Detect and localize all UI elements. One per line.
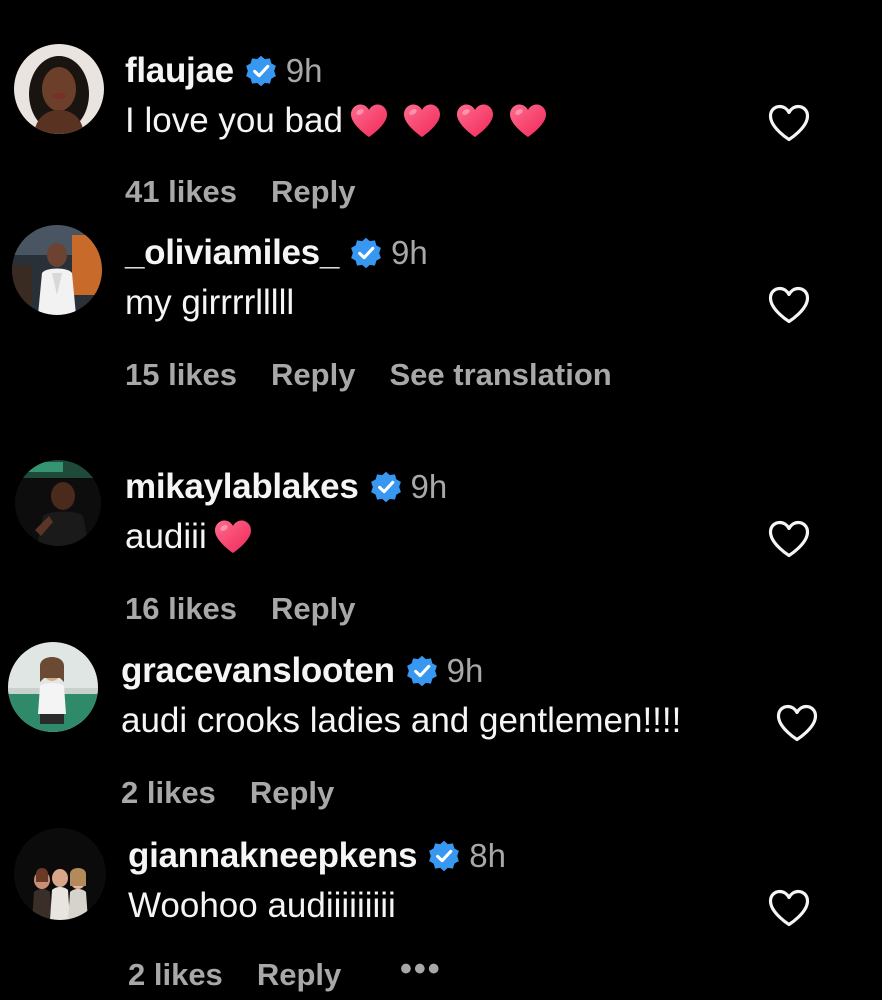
- avatar[interactable]: [14, 828, 106, 920]
- username[interactable]: giannakneepkens: [128, 836, 418, 876]
- like-heart-icon[interactable]: [767, 888, 811, 928]
- heart-emoji-icon: [349, 103, 389, 139]
- username[interactable]: flaujae: [125, 51, 234, 91]
- heart-emoji-icon: [508, 103, 548, 139]
- username[interactable]: _oliviamiles_: [125, 233, 339, 273]
- comment-text: Woohoo audiiiiiiiii: [128, 886, 396, 925]
- heart-emoji-icon: [213, 519, 253, 555]
- verified-badge-icon: [427, 839, 461, 873]
- likes-count[interactable]: 41 likes: [125, 174, 237, 210]
- verified-badge-icon: [405, 654, 439, 688]
- verified-badge-icon: [369, 470, 403, 504]
- reply-button[interactable]: Reply: [257, 957, 341, 993]
- like-heart-icon[interactable]: [775, 703, 819, 743]
- username[interactable]: mikaylablakes: [125, 467, 359, 507]
- comment-text: audi crooks ladies and gentlemen!!!!: [121, 701, 682, 740]
- see-translation-button[interactable]: See translation: [389, 357, 611, 393]
- avatar[interactable]: [14, 44, 104, 134]
- avatar[interactable]: [8, 642, 98, 732]
- comment-text: I love you bad: [125, 101, 343, 140]
- heart-emoji-icon: [402, 103, 442, 139]
- username[interactable]: gracevanslooten: [121, 651, 395, 691]
- more-options-icon[interactable]: •••: [400, 950, 442, 989]
- likes-count[interactable]: 16 likes: [125, 591, 237, 627]
- verified-badge-icon: [349, 236, 383, 270]
- heart-emoji-icon: [455, 103, 495, 139]
- reply-button[interactable]: Reply: [250, 775, 334, 811]
- like-heart-icon[interactable]: [767, 285, 811, 325]
- like-heart-icon[interactable]: [767, 519, 811, 559]
- timestamp: 9h: [285, 52, 323, 89]
- timestamp: 9h: [446, 652, 484, 689]
- timestamp: 8h: [469, 837, 506, 874]
- comment-text: my girrrrlllll: [125, 283, 295, 322]
- reply-button[interactable]: Reply: [271, 357, 355, 393]
- timestamp: 9h: [410, 468, 448, 505]
- avatar[interactable]: [12, 225, 102, 315]
- likes-count[interactable]: 15 likes: [125, 357, 237, 393]
- reply-button[interactable]: Reply: [271, 174, 355, 210]
- timestamp: 9h: [391, 234, 428, 271]
- avatar[interactable]: [15, 460, 101, 546]
- like-heart-icon[interactable]: [767, 103, 811, 143]
- likes-count[interactable]: 2 likes: [128, 957, 223, 993]
- comment-text: audiii: [125, 517, 207, 556]
- verified-badge-icon: [244, 54, 278, 88]
- reply-button[interactable]: Reply: [271, 591, 355, 627]
- likes-count[interactable]: 2 likes: [121, 775, 216, 811]
